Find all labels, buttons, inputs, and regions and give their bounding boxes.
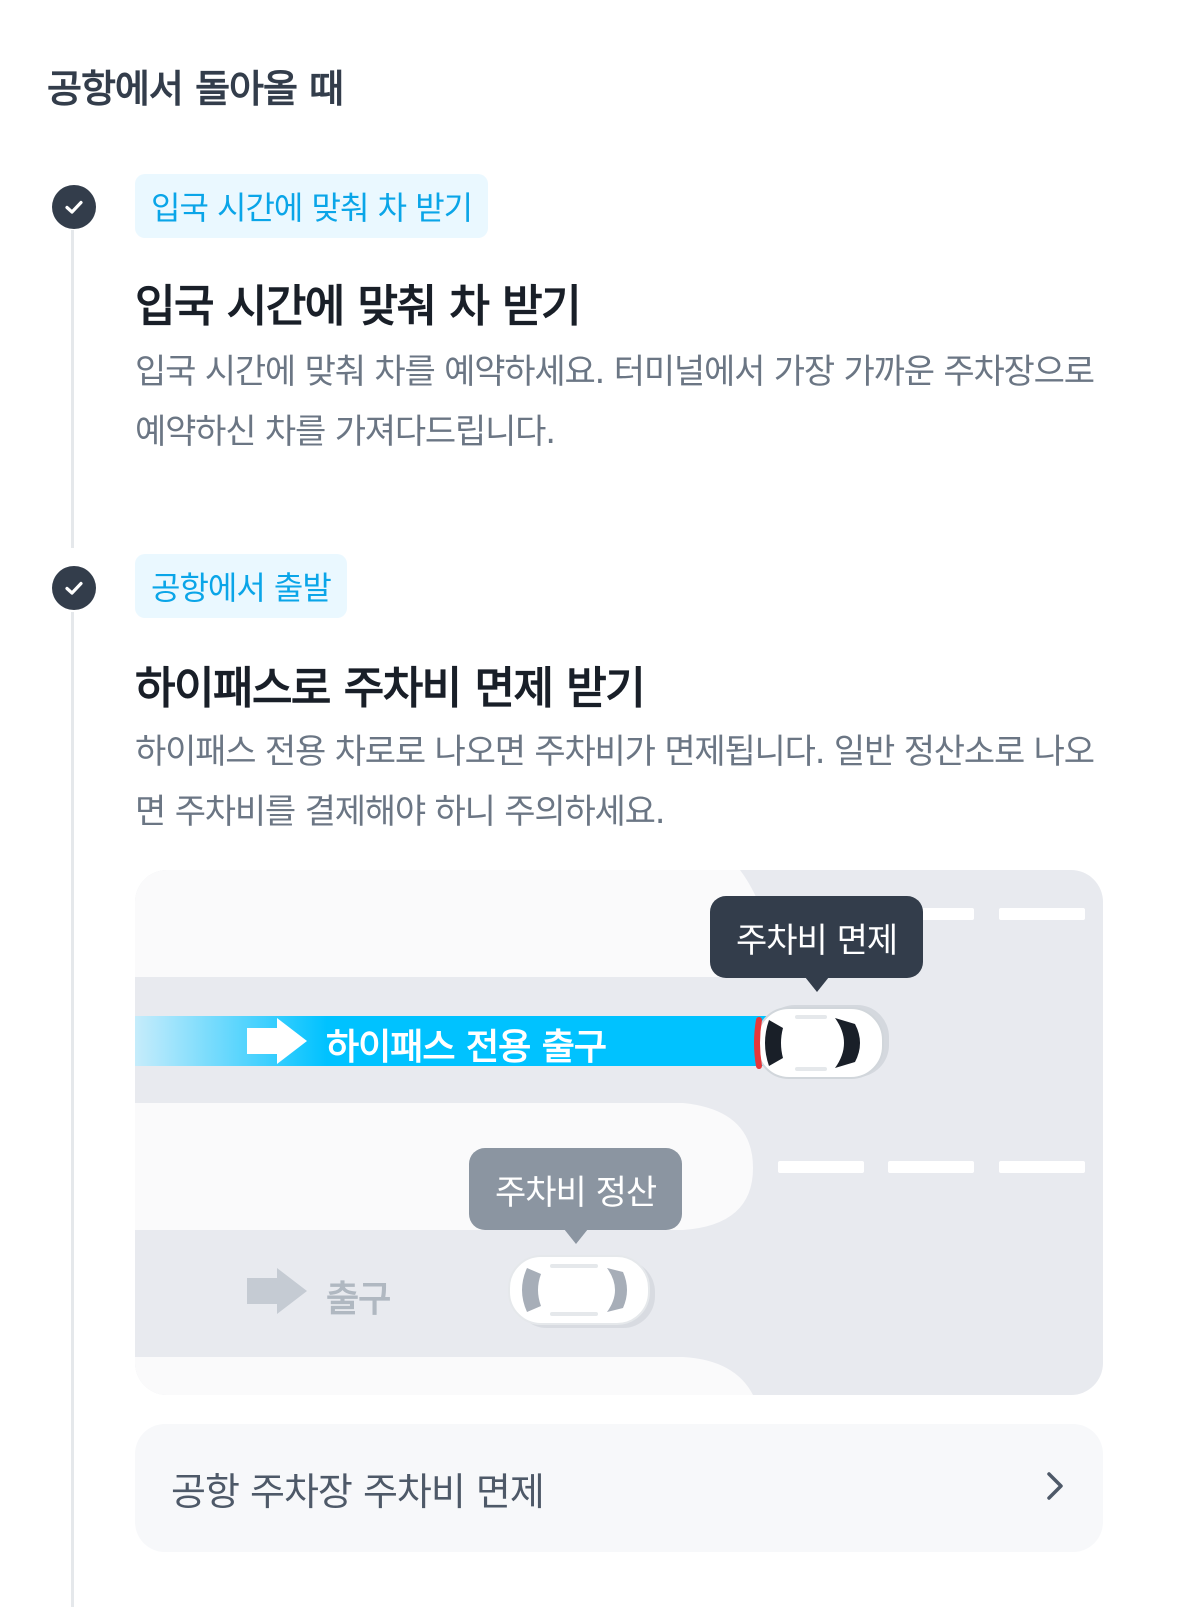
exit-lane-label: 출구 (326, 1279, 391, 1320)
car-icon (754, 1005, 889, 1079)
step-tag: 입국 시간에 맞춰 차 받기 (135, 174, 489, 238)
road-diagram (135, 870, 1085, 1395)
timeline-line (71, 612, 74, 1607)
hipass-lane-label: 하이패스 전용 출구 (326, 1027, 607, 1068)
parking-fee-waived-bubble: 주차비 면제 (710, 896, 924, 992)
step-title: 입국 시간에 맞춰 차 받기 (135, 281, 582, 332)
parking-fee-waiver-link[interactable]: 공항 주차장 주차비 면제 (135, 1424, 1103, 1552)
link-label: 공항 주차장 주차비 면제 (171, 1469, 545, 1514)
step-tag: 공항에서 출발 (135, 554, 347, 618)
check-icon (52, 566, 96, 610)
parking-fee-payment-bubble: 주차비 정산 (469, 1148, 683, 1244)
timeline-line (71, 230, 74, 548)
parking-exit-illustration: 주차비 면제 하이패스 전용 출구 주차비 정산 출구 (135, 870, 1103, 1395)
chevron-right-icon (1043, 1468, 1067, 1508)
section-title: 공항에서 돌아올 때 (47, 67, 344, 111)
car-icon (508, 1255, 655, 1328)
check-icon (52, 185, 96, 229)
step-description: 입국 시간에 맞춰 차를 예약하세요. 터미널에서 가장 가까운 주차장으로 예… (135, 352, 1095, 452)
step-description: 하이패스 전용 차로로 나오면 주차비가 면제됩니다. 일반 정산소로 나오면 … (135, 732, 1095, 832)
step-title: 하이패스로 주차비 면제 받기 (135, 663, 646, 714)
